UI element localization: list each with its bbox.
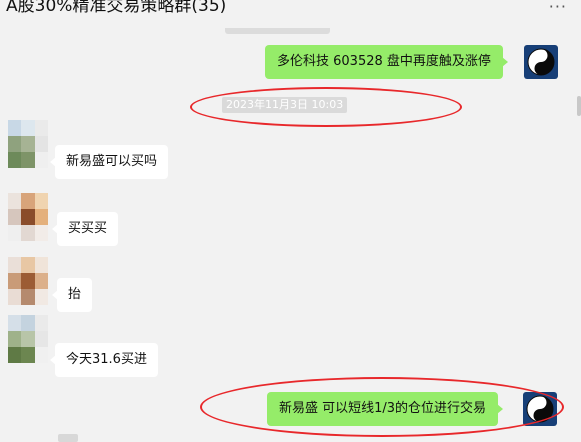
- message-text: 今天31.6买进: [66, 352, 147, 367]
- sender-avatar-blurred[interactable]: [8, 257, 48, 305]
- chat-title-bar: A股30%精准交易策略群(35) ···: [0, 0, 581, 16]
- message-text: 新易盛 可以短线1/3的仓位进行交易: [279, 401, 487, 416]
- message-bubble-other[interactable]: 新易盛可以买吗: [49, 145, 169, 179]
- sender-avatar-blurred[interactable]: [8, 193, 48, 241]
- scrollbar-thumb[interactable]: [577, 96, 581, 116]
- yin-yang-icon: [527, 48, 555, 76]
- yin-yang-icon: [526, 395, 554, 423]
- message-timestamp: 2023年11月3日 10:03: [222, 97, 348, 113]
- message-text: 买买买: [68, 221, 108, 236]
- more-options-icon[interactable]: ···: [549, 0, 567, 16]
- message-bubble-other[interactable]: 抬: [51, 278, 93, 312]
- self-avatar[interactable]: [523, 392, 557, 426]
- next-message-edge: [58, 434, 78, 442]
- message-text: 新易盛可以买吗: [66, 154, 158, 169]
- message-bubble-self[interactable]: 新易盛 可以短线1/3的仓位进行交易: [267, 392, 504, 426]
- sender-avatar-blurred[interactable]: [8, 315, 48, 363]
- previous-message-edge: [225, 28, 330, 34]
- message-bubble-other[interactable]: 今天31.6买进: [50, 343, 158, 377]
- chat-title: A股30%精准交易策略群(35): [6, 0, 227, 16]
- message-bubble-self[interactable]: 多伦科技 603528 盘中再度触及涨停: [265, 45, 508, 79]
- message-bubble-other[interactable]: 买买买: [51, 212, 119, 246]
- message-text: 抬: [68, 287, 82, 302]
- sender-avatar-blurred[interactable]: [8, 120, 48, 168]
- message-text: 多伦科技 603528 盘中再度触及涨停: [277, 54, 491, 69]
- self-avatar[interactable]: [524, 45, 558, 79]
